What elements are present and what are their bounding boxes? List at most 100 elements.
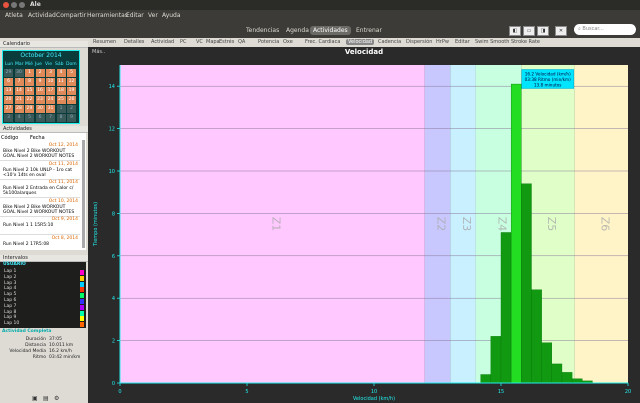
calendar-day[interactable]: 23 bbox=[35, 96, 45, 104]
histogram-bar[interactable] bbox=[521, 183, 532, 384]
calendar-day[interactable]: 19 bbox=[67, 87, 76, 95]
calendar-day[interactable]: 4 bbox=[14, 114, 24, 122]
histogram-bar[interactable] bbox=[571, 378, 583, 384]
calendar-day[interactable]: 28 bbox=[14, 105, 24, 113]
calendar-day[interactable]: 9 bbox=[67, 114, 76, 122]
tab-actividad[interactable]: Actividad bbox=[151, 39, 174, 45]
calendar-day[interactable]: 17 bbox=[46, 87, 55, 95]
tab-swim-smooth-stroke-rate[interactable]: Swim Smooth Stroke Rate bbox=[475, 39, 540, 45]
activities-list[interactable]: Código Fecha Oct 12, 2014 Bike Nivel 2 Bi… bbox=[0, 133, 86, 250]
tab-detalles[interactable]: Detalles bbox=[124, 39, 144, 45]
calendar-day[interactable]: 8 bbox=[56, 114, 66, 122]
activity-name[interactable]: Run Nivel 2 Entrada en Calor c/ 5k100ala… bbox=[3, 186, 79, 196]
histogram-bar[interactable] bbox=[561, 372, 573, 384]
close-icon[interactable] bbox=[3, 2, 9, 8]
calendar-day[interactable]: 30 bbox=[14, 69, 24, 77]
calendar-day[interactable]: 2 bbox=[35, 69, 45, 77]
save-icon[interactable]: ▣ bbox=[32, 395, 38, 402]
tab-estr-s[interactable]: Estrés bbox=[219, 39, 234, 45]
activity-name[interactable]: Bike Nivel 2 Bike WORKOUT GOAL Nivel 2 W… bbox=[3, 205, 79, 215]
interval-item[interactable]: Lap 4 bbox=[4, 286, 16, 291]
interval-item[interactable]: Lap 2 bbox=[4, 275, 16, 280]
tab-frec-cardiaca[interactable]: Frec. Cardiaca bbox=[305, 39, 340, 45]
menu-atleta[interactable]: Atleta bbox=[5, 12, 23, 19]
calendar-widget[interactable]: October 2014 Lun Mar Mié Jue Vie Sáb Dom 29 30 1 2… bbox=[2, 50, 80, 124]
histogram-bar[interactable] bbox=[490, 336, 502, 384]
menu-editar[interactable]: Editar bbox=[126, 12, 144, 19]
activity-name[interactable]: Run Nivel 1 1 15R5:10 bbox=[3, 223, 79, 228]
activities-scrollbar[interactable] bbox=[82, 140, 85, 248]
calendar-day[interactable]: 16 bbox=[35, 87, 45, 95]
interval-item[interactable]: Lap 8 bbox=[4, 310, 16, 315]
menu-actividad[interactable]: Actividad bbox=[28, 12, 56, 19]
layout-icon[interactable]: ▭ bbox=[523, 26, 535, 36]
intervals-list[interactable]: USUARIO Lap 1 Lap 2 Lap 3 Lap 4 Lap 5 Lap 6 La… bbox=[0, 262, 86, 328]
calendar-day[interactable]: 13 bbox=[4, 87, 13, 95]
interval-item[interactable]: Lap 6 bbox=[4, 298, 16, 303]
histogram-bar[interactable] bbox=[541, 342, 553, 384]
settings-icon[interactable]: ⚙ bbox=[54, 395, 59, 402]
delete-icon[interactable]: ▤ bbox=[43, 395, 49, 402]
view-tendencias[interactable]: Tendencias bbox=[243, 26, 282, 35]
histogram-bar[interactable] bbox=[531, 289, 542, 384]
interval-item[interactable]: Lap 5 bbox=[4, 292, 16, 297]
calendar-day[interactable]: 5 bbox=[67, 69, 76, 77]
calendar-day[interactable]: 29 bbox=[4, 69, 13, 77]
calendar-day[interactable]: 8 bbox=[25, 78, 34, 86]
view-actividades[interactable]: Actividades bbox=[310, 26, 351, 35]
interval-item[interactable]: Lap 10 bbox=[4, 321, 19, 326]
calendar-day[interactable]: 22 bbox=[25, 96, 34, 104]
minimize-icon[interactable] bbox=[11, 2, 17, 8]
calendar-day[interactable]: 29 bbox=[25, 105, 34, 113]
view-agenda[interactable]: Agenda bbox=[283, 26, 312, 35]
tab-qa[interactable]: QA bbox=[238, 39, 245, 45]
interval-item[interactable]: Lap 1 bbox=[4, 269, 16, 274]
tab-mapa[interactable]: Mapa bbox=[206, 39, 220, 45]
calendar-day[interactable]: 7 bbox=[46, 114, 55, 122]
calendar-day[interactable]: 9 bbox=[35, 78, 45, 86]
menu-herramientas[interactable]: Herramientas bbox=[87, 12, 128, 19]
tab-hrpw[interactable]: HrPw bbox=[436, 39, 449, 45]
tab-dispersi-n[interactable]: Dispersión bbox=[406, 39, 432, 45]
calendar-day[interactable]: 2 bbox=[67, 105, 76, 113]
calendar-day[interactable]: 3 bbox=[4, 114, 13, 122]
tab-editar[interactable]: Editar bbox=[455, 39, 470, 45]
calendar-day[interactable]: 3 bbox=[46, 69, 55, 77]
calendar-day[interactable]: 18 bbox=[56, 87, 66, 95]
histogram-bar[interactable] bbox=[551, 363, 563, 384]
maximize-icon[interactable] bbox=[19, 2, 25, 8]
histogram-bar[interactable] bbox=[480, 374, 492, 384]
calendar-day[interactable]: 21 bbox=[14, 96, 24, 104]
view-entrenar[interactable]: Entrenar bbox=[353, 26, 385, 35]
calendar-day[interactable]: 1 bbox=[25, 69, 34, 77]
calendar-day[interactable]: 30 bbox=[35, 105, 45, 113]
tab-resumen[interactable]: Resumen bbox=[93, 39, 116, 45]
calendar-day[interactable]: 24 bbox=[46, 96, 55, 104]
menu-ver[interactable]: Ver bbox=[148, 12, 158, 19]
calendar-day[interactable]: 27 bbox=[4, 105, 13, 113]
histogram-bar[interactable] bbox=[510, 83, 522, 384]
calendar-day[interactable]: 12 bbox=[67, 78, 76, 86]
tab-vc[interactable]: VC bbox=[196, 39, 203, 45]
tab-velocidad[interactable]: Velocidad bbox=[346, 39, 375, 45]
interval-item[interactable]: Lap 7 bbox=[4, 304, 16, 309]
activity-name[interactable]: Run Nivel 2 10k UNLP - 1ro cat <10'x 14t… bbox=[3, 168, 79, 178]
interval-item[interactable]: Lap 3 bbox=[4, 281, 16, 286]
tab-oxe[interactable]: Oxe bbox=[283, 39, 293, 45]
activity-name[interactable]: Run Nivel 2 17R5:08 bbox=[3, 242, 79, 247]
sidebar-toggle-icon[interactable]: ◧ bbox=[509, 26, 521, 36]
calendar-day[interactable]: 7 bbox=[14, 78, 24, 86]
calendar-day[interactable]: 10 bbox=[46, 78, 55, 86]
tab-pc[interactable]: PC bbox=[180, 39, 187, 45]
calendar-day[interactable]: 6 bbox=[35, 114, 45, 122]
calendar-day[interactable]: 6 bbox=[4, 78, 13, 86]
histogram-bar[interactable] bbox=[500, 232, 512, 384]
activity-name[interactable]: Bike Nivel 2 Bike WORKOUT GOAL Nivel 2 W… bbox=[3, 149, 79, 159]
tools-icon[interactable]: ✕ bbox=[555, 26, 567, 36]
interval-item[interactable]: Lap 9 bbox=[4, 315, 16, 320]
calendar-day[interactable]: 20 bbox=[4, 96, 13, 104]
calendar-day[interactable]: 26 bbox=[67, 96, 76, 104]
calendar-day[interactable]: 31 bbox=[46, 105, 55, 113]
calendar-day[interactable]: 14 bbox=[14, 87, 24, 95]
tab-potencia[interactable]: Potencia bbox=[258, 39, 279, 45]
